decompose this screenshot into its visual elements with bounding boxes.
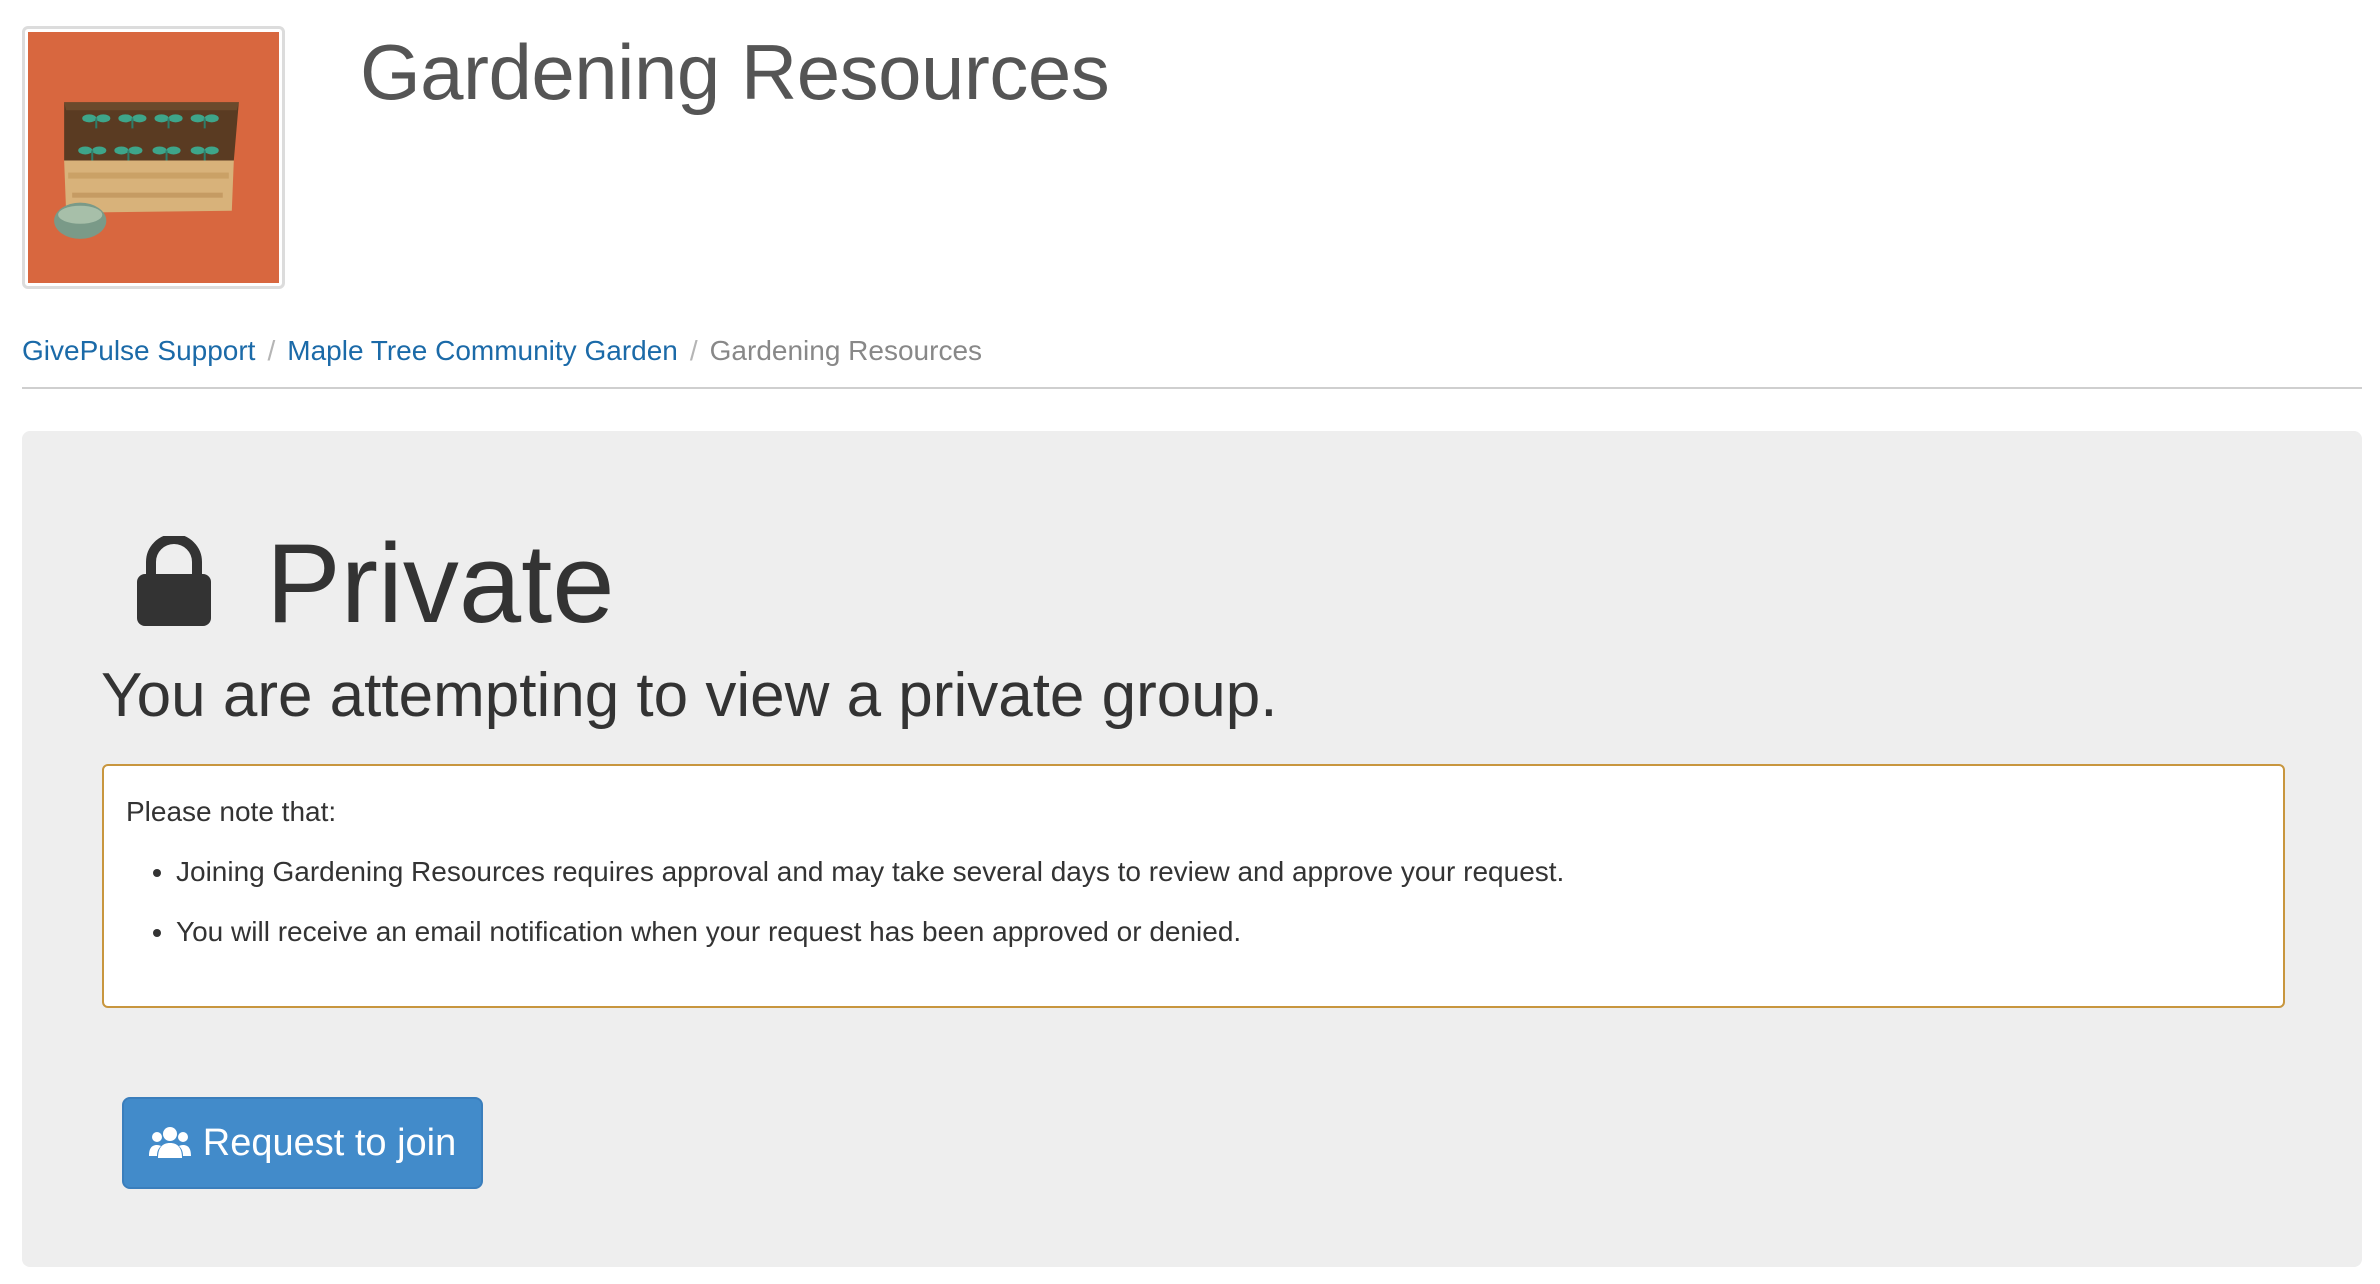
- note-item-approval: Joining Gardening Resources requires app…: [176, 854, 2261, 890]
- breadcrumb-separator: /: [267, 335, 276, 366]
- request-to-join-label: Request to join: [202, 1121, 457, 1164]
- breadcrumb-link-maple-tree-community-garden[interactable]: Maple Tree Community Garden: [287, 335, 678, 366]
- page-title: Gardening Resources: [360, 28, 1110, 116]
- note-list: Joining Gardening Resources requires app…: [126, 854, 2261, 950]
- lock-icon: [137, 536, 211, 626]
- request-to-join-button[interactable]: Request to join: [122, 1097, 483, 1189]
- breadcrumb-current: Gardening Resources: [709, 335, 983, 366]
- note-item-email: You will receive an email notification w…: [176, 914, 2261, 950]
- private-group-panel: Private You are attempting to view a pri…: [22, 431, 2362, 1267]
- breadcrumb: GivePulse Support / Maple Tree Community G…: [22, 331, 982, 371]
- users-icon: [148, 1127, 191, 1158]
- note-intro: Please note that:: [126, 796, 337, 827]
- garden-bed-logo-icon: [28, 32, 279, 283]
- header-divider: [22, 387, 2362, 389]
- private-heading: Private: [266, 521, 615, 646]
- breadcrumb-separator: /: [689, 335, 698, 366]
- breadcrumb-link-givepulse-support[interactable]: GivePulse Support: [22, 335, 255, 366]
- group-logo: [22, 26, 285, 289]
- approval-note: Please note that: Joining Gardening Reso…: [102, 764, 2285, 1008]
- page-header: Gardening Resources: [0, 0, 2380, 300]
- private-subtitle: You are attempting to view a private gro…: [101, 661, 1278, 730]
